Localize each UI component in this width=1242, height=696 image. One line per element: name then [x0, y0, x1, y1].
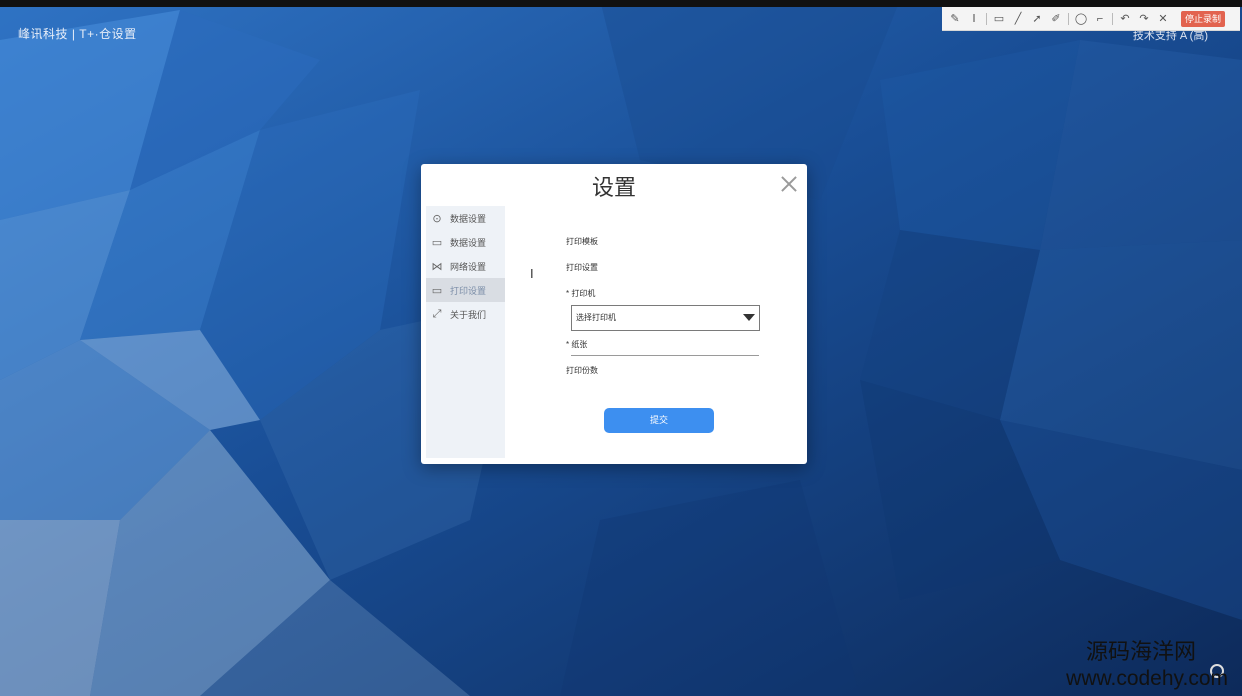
rect-icon[interactable]: ▭	[992, 12, 1006, 26]
dialog-title: 设置	[591, 176, 636, 201]
printer-label: * 打印机	[566, 289, 596, 298]
app-title: 峰讯科技 | T+·仓设置	[18, 27, 137, 41]
sidebar-item-print[interactable]: ▭ 打印设置	[426, 278, 505, 302]
watermark-text: 源码海洋网	[1085, 640, 1196, 665]
printer-select[interactable]: 选择打印机	[571, 305, 760, 331]
sidebar-item-label: 数据设置	[450, 237, 487, 248]
submit-button[interactable]: 提交	[604, 408, 714, 433]
toolbar-divider	[1068, 12, 1069, 25]
toolbar-divider	[986, 12, 987, 25]
sidebar-item-network[interactable]: ⋈ 网络设置	[426, 254, 505, 278]
watermark-url: www.codehy.com	[1066, 667, 1228, 690]
line-icon[interactable]: ╱	[1011, 12, 1025, 26]
top-bar	[0, 0, 1242, 7]
copies-label: 打印份数	[566, 366, 598, 375]
sidebar-item-label: 数据设置	[450, 213, 487, 224]
sidebar-item-label: 关于我们	[450, 309, 487, 320]
sidebar-item-data-2[interactable]: ▭ 数据设置	[426, 230, 505, 254]
toolbar-divider	[1112, 12, 1113, 25]
about-icon: ⤢	[432, 307, 442, 320]
paper-input[interactable]	[571, 346, 759, 356]
undo-icon[interactable]: ↶	[1118, 12, 1132, 26]
network-icon: ⋈	[431, 260, 443, 273]
crop-icon[interactable]: ⌐	[1093, 12, 1107, 26]
text-cursor-icon: I	[530, 266, 534, 281]
pen-icon[interactable]: ✎	[948, 12, 962, 26]
target-icon: ⊙	[432, 212, 442, 225]
sidebar-item-about[interactable]: ⤢ 关于我们	[426, 302, 505, 326]
print-settings-label: 打印设置	[566, 263, 598, 272]
sidebar-item-data-1[interactable]: ⊙ 数据设置	[426, 206, 505, 230]
sidebar-item-label: 网络设置	[450, 261, 487, 272]
redo-icon[interactable]: ↷	[1137, 12, 1151, 26]
marker-icon[interactable]: ✐	[1049, 12, 1063, 26]
settings-dialog: 设置 ⊙ 数据设置 ▭ 数据设置 ⋈ 网络设置 ▭ 打印设置 ⤢ 关于我们 I …	[421, 164, 807, 464]
circle-icon[interactable]: ◯	[1074, 12, 1088, 26]
printer-select-value: 选择打印机	[576, 313, 616, 322]
arrow-icon[interactable]: ➚	[1030, 12, 1044, 26]
printer-icon: ▭	[431, 284, 443, 297]
monitor-icon: ▭	[431, 236, 443, 249]
stop-record-button[interactable]: 停止录制	[1181, 10, 1226, 27]
close-icon[interactable]	[779, 174, 799, 194]
text-icon[interactable]: Ⅰ	[967, 12, 981, 26]
sidebar-item-label: 打印设置	[450, 285, 487, 296]
print-template-label: 打印模板	[566, 237, 598, 246]
screen-capture-toolbar: ✎ Ⅰ ▭ ╱ ➚ ✐ ◯ ⌐ ↶ ↷ ✕ 停止录制	[942, 7, 1240, 31]
watermark: 源码海洋网 www.codehy.com	[1066, 640, 1228, 692]
settings-sidebar: ⊙ 数据设置 ▭ 数据设置 ⋈ 网络设置 ▭ 打印设置 ⤢ 关于我们	[426, 206, 505, 458]
close-icon[interactable]: ✕	[1156, 12, 1170, 26]
caret-down-icon	[743, 314, 755, 321]
